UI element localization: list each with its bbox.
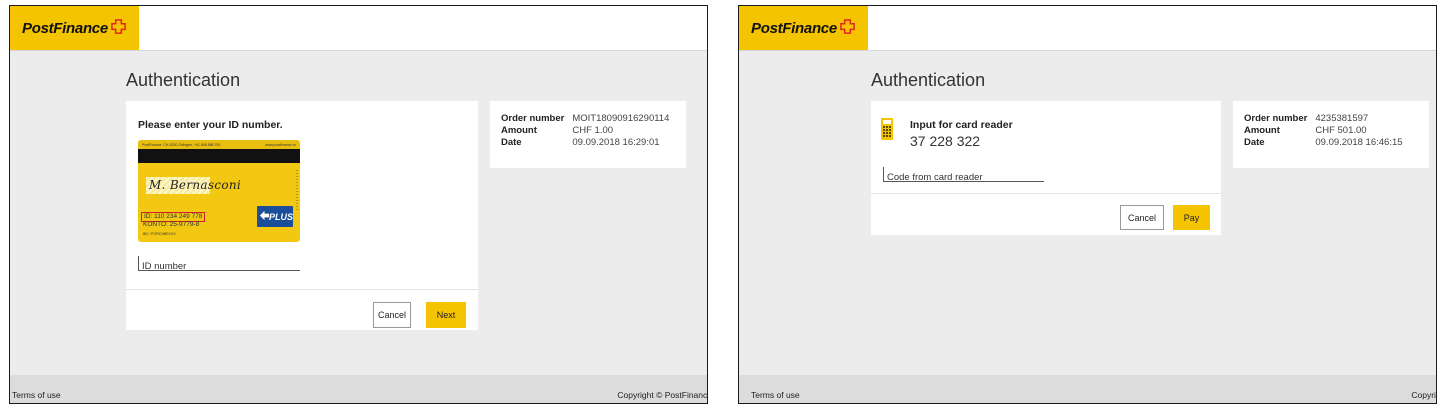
magnetic-stripe — [138, 149, 300, 163]
header-bar: PostFinance — [739, 6, 1436, 51]
next-button[interactable]: Next — [426, 302, 466, 328]
screen-card-reader: PostFinance Authentication Input for car… — [738, 5, 1437, 404]
logo-text: PostFinance — [22, 19, 108, 37]
card-side-mark — [296, 170, 298, 210]
account-number: KONTO: 25-9779-8 — [143, 221, 200, 228]
signature: M. Bernasconi — [149, 178, 242, 192]
cancel-button[interactable]: Cancel — [1120, 205, 1164, 230]
date-label: Date — [501, 137, 522, 148]
postfinance-logo[interactable]: PostFinance — [10, 6, 139, 50]
order-info-panel: Order number MOIT18090916290114 Amount CHF… — [490, 101, 686, 168]
card-reader-icon — [881, 118, 893, 140]
pay-button[interactable]: Pay — [1173, 205, 1210, 230]
card-small-text: BIC: POFICHBEXXX — [143, 232, 176, 236]
terms-of-use-link[interactable]: Terms of use — [12, 390, 61, 400]
order-number-value: 4235381597 — [1315, 113, 1369, 124]
plus-logo: PLUS — [257, 206, 293, 227]
swiss-cross-icon — [111, 18, 126, 34]
date-value: 09.09.2018 16:46:15 — [1315, 137, 1403, 148]
amount-label: Amount — [1244, 125, 1280, 136]
amount-value: CHF 1.00 — [572, 125, 614, 136]
terms-of-use-link[interactable]: Terms of use — [751, 390, 800, 400]
screen-id-number: PostFinance Authentication Please enter … — [9, 5, 708, 404]
date-value: 09.09.2018 16:29:01 — [572, 137, 660, 148]
card-header-right-text: www.postfinance.ch — [265, 143, 296, 147]
card-heading: Please enter your ID number. — [138, 119, 283, 131]
logo-text: PostFinance — [751, 19, 837, 37]
header-bar: PostFinance — [10, 6, 707, 51]
card-reader-code: 37 228 322 — [910, 133, 981, 149]
copyright-text: Copyright © PostFinance — [1411, 390, 1436, 400]
card-header-strip: PostFinance, CH-3030 Zofingen, +41 848 8… — [138, 140, 300, 149]
id-number-card: Please enter your ID number. PostFinance… — [126, 101, 478, 330]
order-number-label: Order number — [1244, 113, 1308, 124]
id-number-input[interactable] — [139, 260, 300, 273]
date-label: Date — [1244, 137, 1265, 148]
footer: Terms of use Copyright © PostFinance — [10, 375, 707, 403]
order-number-value: MOIT18090916290114 — [572, 113, 670, 124]
order-info-table: Order number 4235381597 Amount CHF 501.00 … — [1244, 113, 1403, 149]
order-info-table: Order number MOIT18090916290114 Amount CHF… — [501, 113, 669, 149]
card-header-left-text: PostFinance, CH-3030 Zofingen, +41 848 8… — [142, 143, 221, 147]
card-reader-code-input[interactable] — [884, 171, 1044, 184]
cancel-button[interactable]: Cancel — [373, 302, 411, 328]
plus-logo-text: PLUS — [269, 212, 294, 222]
card-reader-card: Input for card reader 37 228 322 Cancel … — [871, 101, 1221, 235]
copyright-text: Copyright © PostFinance — [617, 390, 708, 400]
order-number-label: Order number — [501, 113, 565, 124]
footer: Terms of use Copyright © PostFinance — [739, 375, 1436, 403]
page-title: Authentication — [871, 70, 986, 90]
amount-value: CHF 501.00 — [1315, 125, 1367, 136]
id-card-illustration: PostFinance, CH-3030 Zofingen, +41 848 8… — [138, 140, 300, 242]
page-title: Authentication — [126, 70, 241, 90]
postfinance-logo[interactable]: PostFinance — [739, 6, 868, 50]
id-number-field[interactable] — [138, 256, 300, 273]
swiss-cross-icon — [840, 18, 855, 34]
card-heading: Input for card reader — [910, 119, 1013, 131]
order-info-panel: Order number 4235381597 Amount CHF 501.00 … — [1233, 101, 1429, 168]
card-divider — [126, 289, 478, 290]
amount-label: Amount — [501, 125, 537, 136]
card-reader-code-field[interactable] — [883, 167, 1044, 184]
card-divider — [871, 193, 1221, 194]
